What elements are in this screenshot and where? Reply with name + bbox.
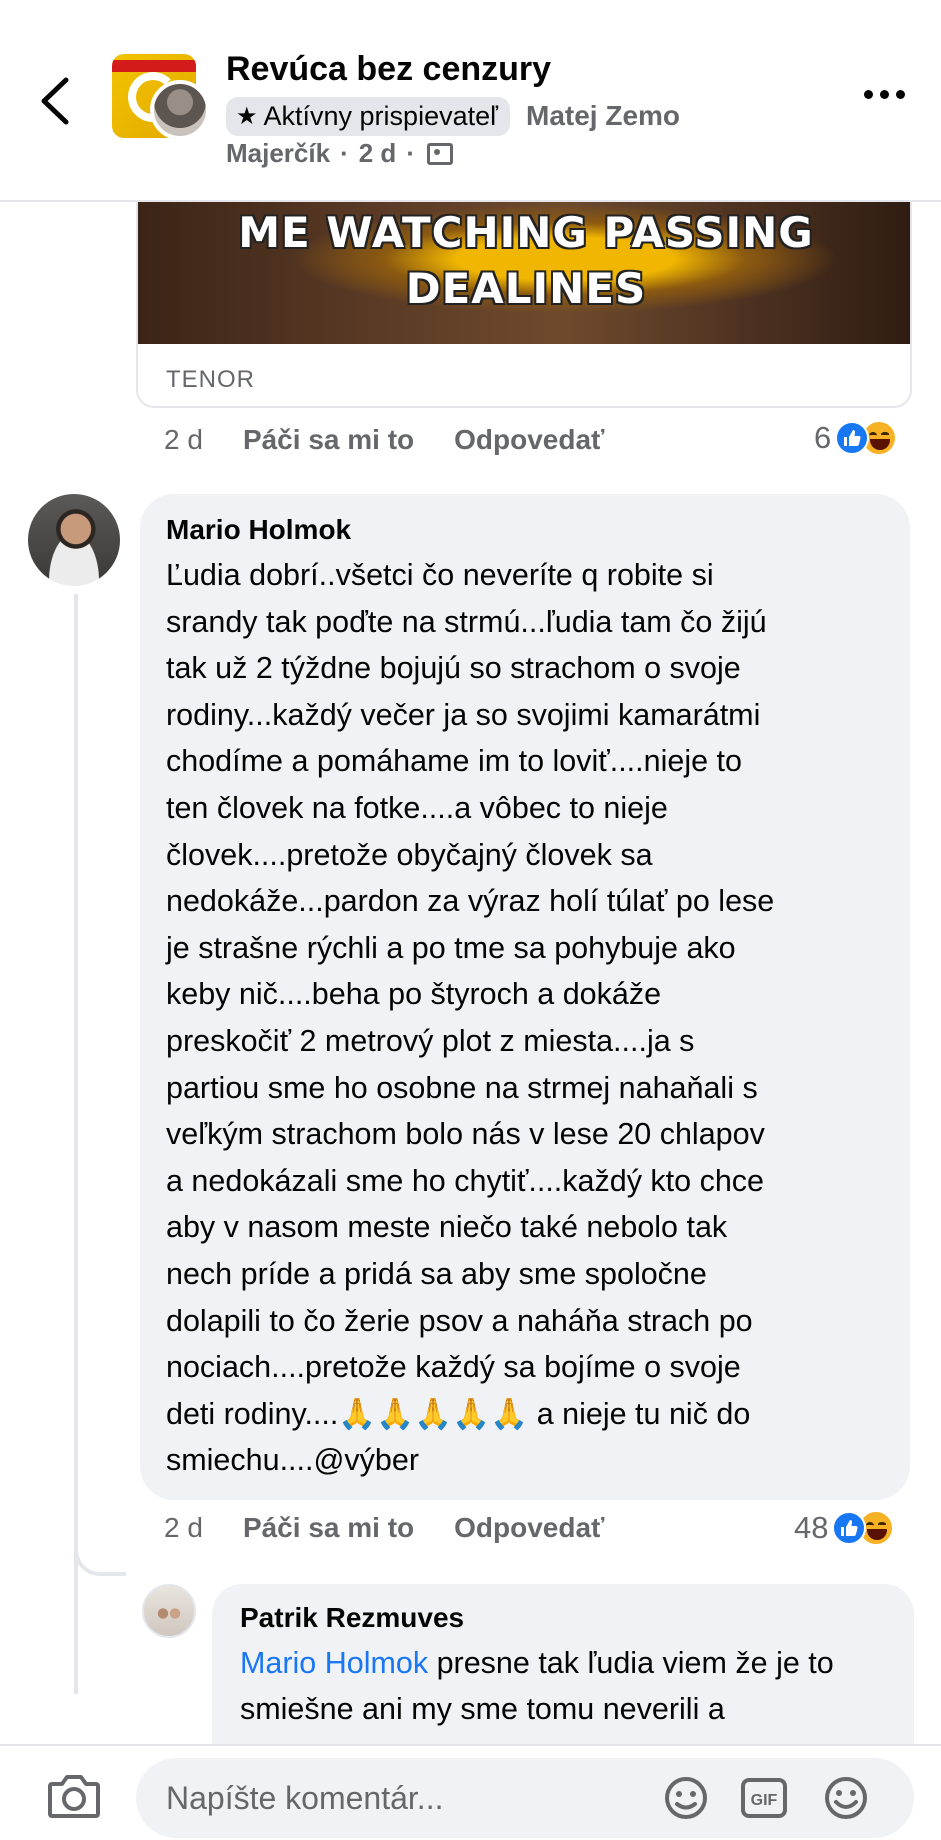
comment-time[interactable]: 2 d <box>164 1512 203 1544</box>
star-icon: ★ <box>236 102 258 130</box>
reaction-count: 6 <box>814 420 832 455</box>
comment-text: Ľudia dobrí..všetci čo neveríte q robite… <box>166 558 775 1478</box>
comment-bubble[interactable]: Mario Holmok Ľudia dobrí..všetci čo neve… <box>140 494 910 1500</box>
more-options-icon[interactable] <box>864 90 905 99</box>
reply-button[interactable]: Odpovedať <box>454 1512 604 1544</box>
badge-label: Aktívny prispievateľ <box>263 100 498 131</box>
post-time[interactable]: 2 d <box>359 138 397 169</box>
comment-input[interactable]: Napíšte komentár... GIF <box>136 1758 914 1838</box>
reply-avatar[interactable] <box>142 1584 196 1638</box>
reaction-summary[interactable]: 48 <box>794 1508 895 1548</box>
gif-caption-line2: DEALINES <box>405 264 647 313</box>
reply-author[interactable]: Patrik Rezmuves <box>240 1602 464 1634</box>
like-icon <box>835 421 870 455</box>
like-button[interactable]: Páči sa mi to <box>243 424 414 456</box>
author-name-continued[interactable]: Majerčík <box>226 138 330 169</box>
post-header: Revúca bez cenzury ★ Aktívny prispievate… <box>0 0 941 202</box>
like-button[interactable]: Páči sa mi to <box>243 1512 414 1544</box>
author-meta: ★ Aktívny prispievateľ Matej Zemo <box>226 96 680 136</box>
comment-composer: Napíšte komentár... GIF <box>0 1744 941 1840</box>
comment-placeholder: Napíšte komentár... <box>166 1780 444 1816</box>
back-arrow-icon[interactable] <box>36 76 76 126</box>
reply-button[interactable]: Odpovedať <box>454 424 604 456</box>
author-name[interactable]: Matej Zemo <box>526 100 680 132</box>
comment-actions: 2 d Páči sa mi to Odpovedať <box>164 420 604 460</box>
thread-line <box>74 594 78 1694</box>
gif-source[interactable]: TENOR <box>166 366 255 394</box>
author-avatar[interactable] <box>150 80 210 140</box>
comment-time[interactable]: 2 d <box>164 424 203 456</box>
svg-text:GIF: GIF <box>751 1792 778 1809</box>
contributor-badge[interactable]: ★ Aktívny prispievateľ <box>226 96 510 136</box>
camera-icon[interactable] <box>46 1770 102 1822</box>
gif-attachment[interactable]: ME WATCHING PASSING DEALINES TENOR <box>136 202 912 408</box>
mention-link[interactable]: Mario Holmok <box>240 1646 428 1680</box>
avatar-sticker-icon[interactable] <box>660 1774 712 1822</box>
comment-actions: 2 d Páči sa mi to Odpovedať <box>164 1508 604 1548</box>
gif-icon[interactable]: GIF <box>738 1774 790 1822</box>
commenter-name[interactable]: Mario Holmok <box>166 514 351 546</box>
emoji-icon[interactable] <box>820 1774 872 1822</box>
commenter-avatar[interactable] <box>28 494 120 586</box>
gif-caption-line1: ME WATCHING PASSING <box>238 208 814 257</box>
reply-text: Mario Holmok presne tak ľudia viem že je… <box>240 1646 834 1726</box>
reaction-summary[interactable]: 6 <box>814 418 898 458</box>
reaction-count: 48 <box>794 1510 829 1545</box>
thread-connector <box>74 1538 126 1576</box>
group-name[interactable]: Revúca bez cenzury <box>226 50 551 89</box>
members-privacy-icon <box>427 142 453 165</box>
post-meta: Majerčík · 2 d · <box>226 138 453 169</box>
gif-image[interactable]: ME WATCHING PASSING DEALINES <box>138 202 910 344</box>
like-icon <box>832 1511 867 1545</box>
